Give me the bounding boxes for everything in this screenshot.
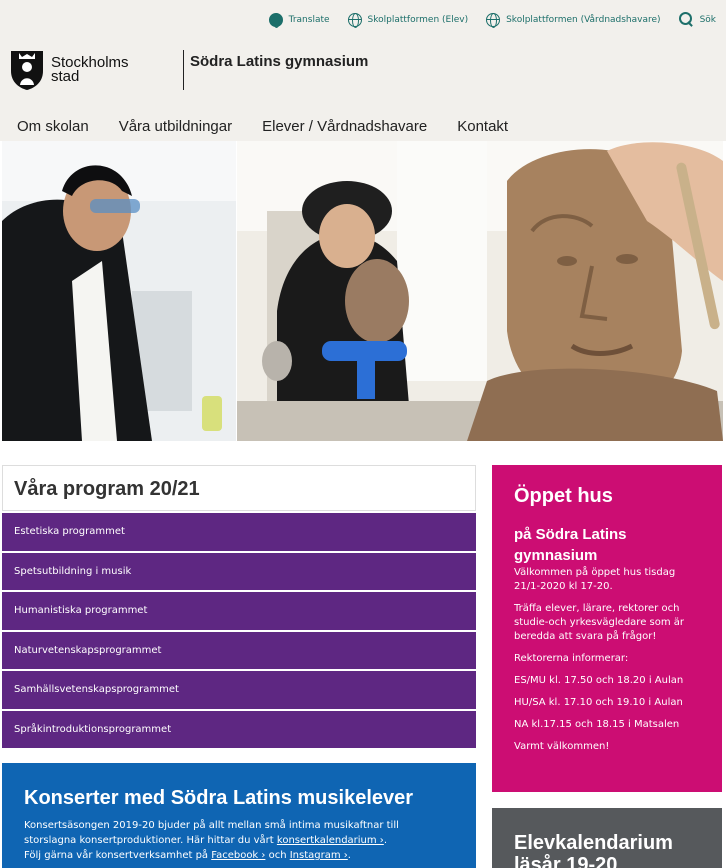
- open-house-esmu-time: ES/MU kl. 17.50 och 18.20 i Aulan: [514, 675, 684, 686]
- student-lab-photo: [2, 141, 236, 441]
- nav-item-om-skolan[interactable]: Om skolan: [17, 118, 89, 135]
- concerts-text-part-3: Följ gärna vår konsertverksamhet på: [24, 850, 212, 861]
- crest-icon: [11, 51, 43, 90]
- concerts-text-part-4: och: [265, 850, 290, 861]
- site-header: Translate Skolplattformen (Elev) Skolpla…: [0, 0, 726, 141]
- programs-panel: Våra program 20/21 Estetiska programmet …: [2, 465, 476, 748]
- instagram-link[interactable]: Instagram ›: [290, 850, 348, 861]
- utility-bar: Translate Skolplattformen (Elev) Skolpla…: [268, 12, 716, 28]
- program-samhallsvetenskap[interactable]: Samhällsvetenskapsprogrammet: [2, 671, 476, 709]
- nav-item-kontakt[interactable]: Kontakt: [457, 118, 508, 135]
- translate-link[interactable]: Translate: [268, 12, 330, 28]
- concerts-text-part-5: .: [347, 850, 351, 861]
- search-label: Sök: [699, 14, 716, 25]
- open-house-title: Öppet hus: [514, 485, 613, 507]
- globe-icon: [486, 12, 501, 28]
- open-house-card: Öppet hus på Södra Latins gymnasium Välk…: [492, 465, 722, 792]
- logo-line-2: stad: [51, 68, 80, 85]
- open-house-welcome-text: Varmt välkommen!: [514, 741, 610, 752]
- concerts-text: Konsertsäsongen 2019-20 bjuder på allt m…: [24, 818, 454, 863]
- open-house-na-time: NA kl.17.15 och 18.15 i Matsalen: [514, 719, 680, 730]
- program-spetsutbildning-musik[interactable]: Spetsutbildning i musik: [2, 552, 476, 590]
- main-nav: Om skolan Våra utbildningar Elever / Vår…: [17, 118, 508, 135]
- logo-divider: [183, 50, 184, 90]
- skolplattformen-vardnadshavare-link[interactable]: Skolplattformen (Vårdnadshavare): [486, 12, 661, 28]
- hero-image: [2, 141, 723, 441]
- globe-icon: [347, 12, 362, 28]
- nav-item-vara-utbildningar[interactable]: Våra utbildningar: [119, 118, 232, 135]
- stockholms-stad-logo[interactable]: Stockholms stad: [9, 49, 129, 91]
- elevkalendarium-card[interactable]: Elevkalendarium läsår 19-20: [492, 808, 722, 868]
- programs-title: Våra program 20/21: [2, 465, 476, 511]
- elevkalendarium-title: Elevkalendarium läsår 19-20: [514, 832, 673, 868]
- open-house-husa-time: HU/SA kl. 17.10 och 19.10 i Aulan: [514, 697, 683, 708]
- skolplattformen-elev-link[interactable]: Skolplattformen (Elev): [347, 12, 469, 28]
- facebook-link[interactable]: Facebook ›: [211, 850, 265, 861]
- open-house-meet-text: Träffa elever, lärare, rektorer och stud…: [514, 603, 685, 642]
- program-sprakintroduktion[interactable]: Språkintroduktionsprogrammet: [2, 710, 476, 748]
- concerts-title: Konserter med Södra Latins musikelever: [24, 787, 414, 809]
- open-house-principals-text: Rektorerna informerar:: [514, 653, 629, 664]
- program-humanistiska[interactable]: Humanistiska programmet: [2, 592, 476, 630]
- open-house-date-text: Välkommen på öppet hus tisdag 21/1-2020 …: [514, 567, 676, 592]
- nav-item-elever-vardnadshavare[interactable]: Elever / Vårdnadshavare: [262, 118, 427, 135]
- concerts-text-part-2: .: [383, 835, 387, 846]
- logo-text: Stockholms stad: [51, 55, 129, 85]
- translate-label: Translate: [288, 14, 330, 25]
- program-estetiska[interactable]: Estetiska programmet: [2, 513, 476, 551]
- program-naturvetenskap[interactable]: Naturvetenskapsprogrammet: [2, 631, 476, 669]
- concert-calendar-link[interactable]: konsertkalendarium ›: [277, 835, 384, 846]
- concerts-card: Konserter med Södra Latins musikelever K…: [2, 763, 476, 868]
- skolplattformen-elev-label: Skolplattformen (Elev): [367, 14, 469, 25]
- search-link[interactable]: Sök: [678, 12, 716, 27]
- clay-sculpture-photo: [237, 141, 723, 441]
- open-house-subtitle: på Södra Latins gymnasium: [514, 526, 627, 564]
- skolplattformen-vardnadshavare-label: Skolplattformen (Vårdnadshavare): [506, 14, 661, 25]
- globe-icon: [268, 12, 283, 28]
- search-icon: [678, 12, 694, 27]
- school-name[interactable]: Södra Latins gymnasium: [190, 53, 368, 70]
